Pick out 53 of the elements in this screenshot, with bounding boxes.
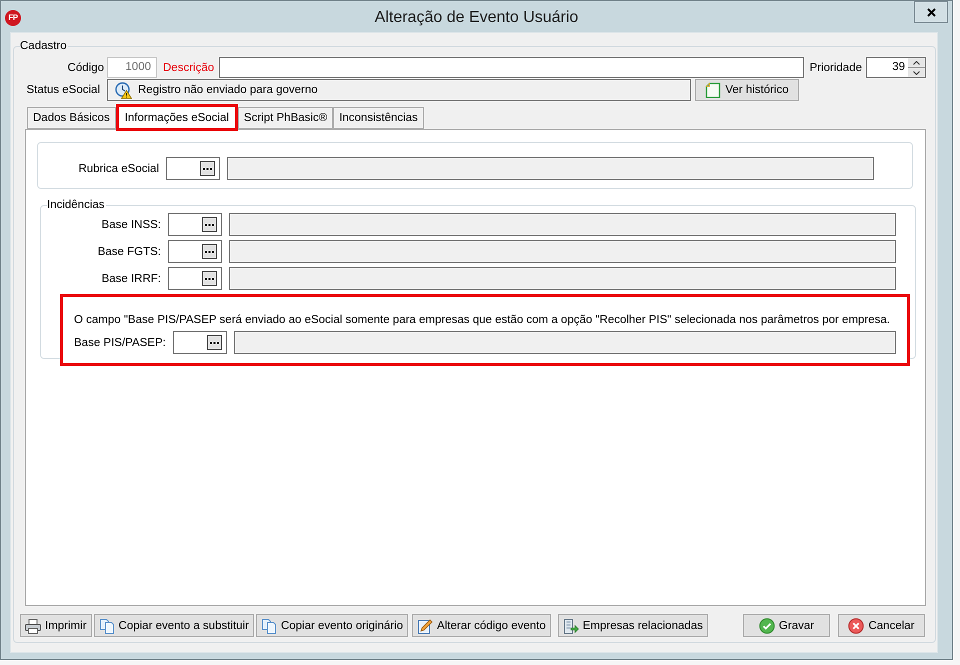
toolbar-button[interactable]: Imprimir — [20, 614, 92, 637]
input-field[interactable] — [168, 240, 222, 263]
lookup-button[interactable] — [206, 335, 222, 350]
chevron-down-icon — [913, 70, 920, 74]
copy-icon — [98, 618, 115, 634]
toolbar-button[interactable]: Empresas relacionadas — [558, 614, 708, 637]
lookup-button[interactable] — [202, 244, 217, 259]
check-circle-icon — [758, 618, 775, 634]
close-icon — [926, 8, 936, 16]
field-label: Status eSocial — [25, 84, 100, 96]
field-label: Base INSS: — [100, 218, 161, 230]
group-title: Cadastro — [20, 39, 68, 54]
status-text: Registro não enviado para governo — [138, 84, 318, 96]
code-field[interactable]: 1000 — [107, 57, 157, 78]
info-note: O campo "Base PIS/PASEP será enviado ao eSocial somente para empresas que estão com a opção "Recolher PIS" selecionada nos parâmetros por empresa. — [74, 313, 891, 328]
clock-warning-icon — [115, 82, 132, 98]
number-field[interactable]: 39 — [866, 57, 926, 78]
tab[interactable]: Script PhBasic® — [238, 107, 334, 129]
field-label: Prioridade — [810, 62, 862, 74]
toolbar-button[interactable]: Copiar evento a substituir — [94, 614, 254, 637]
toolbar-button[interactable]: Copiar evento originário — [256, 614, 408, 637]
app-logo: FP — [5, 10, 21, 26]
lookup-button[interactable] — [200, 161, 215, 176]
field-label: Rubrica eSocial — [77, 162, 159, 174]
toolbar-button[interactable]: Alterar código evento — [412, 614, 551, 637]
x-circle-icon — [848, 618, 864, 634]
lookup-button[interactable] — [202, 217, 217, 232]
input-field[interactable] — [168, 267, 222, 290]
group-title: Incidências — [47, 198, 106, 213]
pencil-page-icon — [417, 618, 434, 634]
field-label: Base IRRF: — [100, 272, 161, 284]
input-field[interactable] — [172, 331, 227, 354]
tab[interactable]: Dados Básicos — [27, 107, 116, 129]
history-button[interactable]: Ver histórico — [695, 79, 799, 101]
input-field[interactable] — [166, 157, 220, 180]
save-button[interactable]: Gravar — [743, 614, 830, 637]
close-button[interactable] — [914, 1, 948, 23]
field-label: Código — [66, 62, 104, 74]
field-label: Descrição — [163, 62, 214, 74]
chevron-up-icon — [913, 60, 920, 64]
field-label: Base FGTS: — [96, 246, 161, 258]
cancel-button[interactable]: Cancelar — [838, 614, 925, 637]
input-field[interactable] — [168, 213, 222, 236]
building-arrow-icon — [562, 618, 579, 634]
field-label: Base PIS/PASEP: — [74, 336, 166, 348]
printer-icon — [25, 618, 41, 634]
window-title: Alteração de Evento Usuário — [374, 9, 578, 27]
document-icon — [705, 82, 722, 98]
lookup-button[interactable] — [202, 271, 217, 286]
spin-down-button[interactable] — [908, 67, 925, 77]
description-input[interactable] — [219, 57, 804, 78]
tab[interactable]: Inconsistências — [333, 107, 424, 129]
copy-icon — [260, 618, 277, 634]
